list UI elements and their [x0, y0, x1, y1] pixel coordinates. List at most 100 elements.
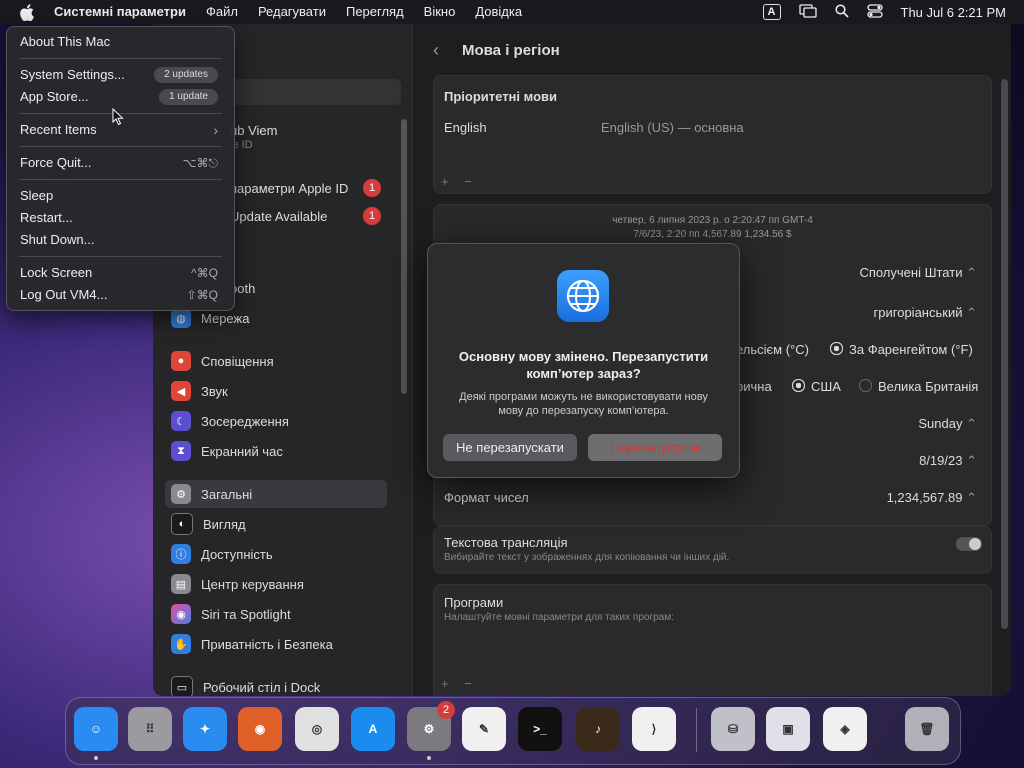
restart-button[interactable]: Перезапустити	[588, 434, 722, 461]
force-quit-item[interactable]: Force Quit... ⌥⌘⎋	[20, 153, 220, 173]
page-title: Мова і регіон	[462, 42, 560, 59]
running-indicator	[94, 756, 98, 760]
vscode-icon[interactable]: ⟩	[632, 707, 676, 751]
sidebar-item-screen-time[interactable]: ⧗ Екранний час	[165, 437, 387, 465]
screen-mirroring-icon[interactable]	[798, 3, 817, 21]
applications-card: Програми Налаштуйте мовні параметри для …	[433, 584, 992, 696]
date-format-select[interactable]: 8/19/23 ⌃	[919, 453, 977, 469]
speaker-icon: ◀	[171, 381, 191, 401]
live-text-subtitle: Вибирайте текст у зображеннях для копіюв…	[444, 552, 730, 563]
sleep-item[interactable]: Sleep	[20, 186, 220, 206]
sidebar-item-label: Центр керування	[201, 576, 304, 592]
sidebar-item-label: Siri та Spotlight	[201, 606, 291, 622]
sidebar-item-label: Вигляд	[203, 516, 246, 532]
measure-usa-radio[interactable]: США	[792, 379, 841, 394]
trash-icon[interactable]: 🗑	[905, 707, 949, 751]
textedit-icon[interactable]: ✎	[462, 707, 506, 751]
restart-dialog: Основну мову змінено. Перезапустити комп…	[427, 243, 740, 478]
garageband-icon[interactable]: ♪	[576, 707, 620, 751]
remove-app-button[interactable]: −	[464, 676, 472, 691]
temp-celsius-radio-label[interactable]: ельсієм (°C)	[736, 342, 809, 357]
menu-edit[interactable]: Редагувати	[248, 0, 336, 24]
update-badge: 1	[363, 207, 381, 225]
parallels-icon[interactable]: ▣	[766, 707, 810, 751]
launchpad-icon[interactable]: ⠿	[128, 707, 172, 751]
first-day-select[interactable]: Sunday ⌃	[918, 416, 977, 432]
sidebar-item-general[interactable]: ⚙ Загальні	[165, 480, 387, 508]
appearance-icon: ◐	[171, 513, 193, 535]
sidebar-item-appearance[interactable]: ◐ Вигляд	[165, 510, 387, 538]
measure-metric-radio-label[interactable]: рична	[736, 379, 772, 394]
format-preview-line2: 7/6/23, 2:20 пп 4,567.89 1,234.56 $	[633, 229, 792, 240]
sidebar-item-focus[interactable]: ☾ Зосередження	[165, 407, 387, 435]
siri-icon: ◉	[171, 604, 191, 624]
menu-view[interactable]: Перегляд	[336, 0, 414, 24]
menu-clock[interactable]: Thu Jul 6 2:21 PM	[901, 5, 1007, 20]
shut-down-item[interactable]: Shut Down...	[20, 230, 220, 250]
add-language-button[interactable]: +	[441, 174, 449, 189]
menu-file[interactable]: Файл	[196, 0, 248, 24]
app-store-item[interactable]: App Store... 1 update	[20, 87, 220, 107]
preferred-languages-card: Пріоритетні мови English English (US) — …	[433, 75, 992, 194]
add-app-button[interactable]: +	[441, 676, 449, 691]
preferred-languages-title: Пріоритетні мови	[444, 89, 558, 104]
mouse-cursor-icon	[112, 107, 124, 131]
profile-name[interactable]: ub Viem	[230, 123, 277, 138]
live-text-toggle[interactable]	[956, 537, 982, 551]
remove-language-button[interactable]: −	[464, 174, 472, 189]
globe-icon	[557, 270, 609, 322]
force-quit-shortcut: ⌥⌘⎋	[182, 156, 218, 170]
bell-icon: ●	[171, 351, 191, 371]
apple-menu-icon[interactable]	[16, 3, 38, 21]
safari-icon[interactable]: ✦	[183, 707, 227, 751]
sidebar-item-label: Сповіщення	[201, 353, 274, 369]
main-scrollbar[interactable]	[1001, 79, 1008, 629]
finder-icon[interactable]: ☺	[74, 707, 118, 751]
back-chevron-icon[interactable]: ‹	[433, 40, 439, 61]
sidebar-update-available[interactable]: Update Available	[230, 209, 327, 224]
spotlight-search-icon[interactable]	[834, 3, 849, 21]
app-store-icon[interactable]: A	[351, 707, 395, 751]
live-text-title: Текстова трансляція	[444, 535, 568, 550]
lock-screen-item[interactable]: Lock Screen ^⌘Q	[20, 263, 220, 283]
chevron-right-icon: ›	[213, 122, 218, 138]
sidebar-item-desktop-dock[interactable]: ▭ Робочий стіл і Dock	[165, 673, 387, 696]
sidebar-item-label: Мережа	[201, 310, 250, 326]
sidebar-item-sound[interactable]: ◀ Звук	[165, 377, 387, 405]
region-select[interactable]: Сполучені Штати ⌃	[859, 265, 977, 281]
control-center-icon[interactable]	[866, 3, 883, 21]
sidebar-apple-id-suggestion[interactable]: параметри Apple ID	[230, 181, 348, 196]
dont-restart-button[interactable]: Не перезапускати	[443, 434, 577, 461]
sidebar-item-accessibility[interactable]: ⓘ Доступність	[165, 540, 387, 568]
temp-fahrenheit-radio[interactable]: За Фаренгейтом (°F)	[830, 342, 973, 357]
sidebar-item-notifications[interactable]: ● Сповіщення	[165, 347, 387, 375]
sidebar-item-privacy-security[interactable]: ✋ Приватність і Безпека	[165, 630, 387, 658]
menu-help[interactable]: Довідка	[465, 0, 532, 24]
control-center-icon: ▤	[171, 574, 191, 594]
sidebar-item-label: Зосередження	[201, 413, 289, 429]
number-format-select[interactable]: 1,234,567.89 ⌃	[887, 490, 977, 506]
about-this-mac-item[interactable]: About This Mac	[20, 32, 220, 52]
menu-app-name[interactable]: Системні параметри	[50, 0, 196, 24]
system-settings-item[interactable]: System Settings... 2 updates	[20, 65, 220, 85]
menu-separator	[19, 179, 222, 180]
input-source-icon[interactable]: A	[762, 4, 781, 20]
calendar-select[interactable]: григоріанський ⌃	[874, 305, 977, 321]
log-out-item[interactable]: Log Out VM4... ⇧⌘Q	[20, 285, 220, 305]
visual-studio-icon[interactable]: ◈	[823, 707, 867, 751]
disk-utility-icon[interactable]: ⛁	[711, 707, 755, 751]
dock-separator	[696, 708, 697, 752]
firefox-icon[interactable]: ◉	[238, 707, 282, 751]
sidebar-item-label: Екранний час	[201, 443, 283, 459]
sidebar-item-control-center[interactable]: ▤ Центр керування	[165, 570, 387, 598]
menu-window[interactable]: Вікно	[414, 0, 466, 24]
menu-separator	[19, 256, 222, 257]
language-name[interactable]: English	[444, 120, 487, 135]
sidebar-item-siri-spotlight[interactable]: ◉ Siri та Spotlight	[165, 600, 387, 628]
terminal-icon[interactable]: >_	[518, 707, 562, 751]
globe-icon: ◍	[171, 308, 191, 328]
measure-uk-radio[interactable]: Велика Британія	[859, 379, 978, 394]
restart-item[interactable]: Restart...	[20, 208, 220, 228]
chrome-icon[interactable]: ◎	[295, 707, 339, 751]
sidebar-scrollbar[interactable]	[401, 119, 407, 394]
